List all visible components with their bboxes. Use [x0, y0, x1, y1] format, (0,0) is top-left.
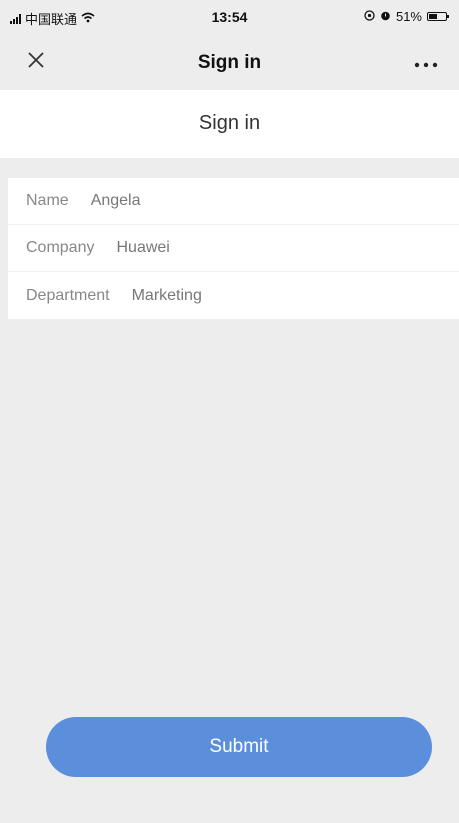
form-row-department[interactable]: Department Marketing — [8, 272, 459, 319]
battery-fill — [429, 14, 437, 19]
alarm-icon — [380, 9, 391, 24]
location-icon — [364, 9, 375, 24]
form-row-company[interactable]: Company Huawei — [8, 225, 459, 272]
department-value[interactable]: Marketing — [132, 287, 202, 305]
company-value[interactable]: Huawei — [116, 239, 169, 257]
nav-bar: Sign in — [0, 34, 459, 90]
submit-button[interactable]: Submit — [46, 717, 432, 777]
status-right: 51% — [364, 9, 449, 24]
more-button[interactable] — [411, 50, 441, 74]
name-label: Name — [26, 192, 69, 209]
nav-title: Sign in — [197, 52, 262, 73]
sign-in-form: Name Angela Company Huawei Department Ma… — [8, 178, 459, 319]
page-title: Sign in — [198, 112, 261, 134]
battery-icon — [427, 12, 449, 21]
page-header: Sign in — [0, 90, 459, 158]
screen: 中国联通 13:54 51% Sign in Sign in Name Ange… — [0, 0, 459, 823]
name-value[interactable]: Angela — [91, 192, 141, 210]
battery-percent: 51% — [395, 9, 422, 24]
company-label: Company — [26, 239, 95, 256]
status-bar: 中国联通 13:54 51% — [0, 0, 459, 34]
more-icon — [414, 51, 438, 74]
form-row-name[interactable]: Name Angela — [8, 178, 459, 225]
department-label: Department — [26, 286, 110, 304]
